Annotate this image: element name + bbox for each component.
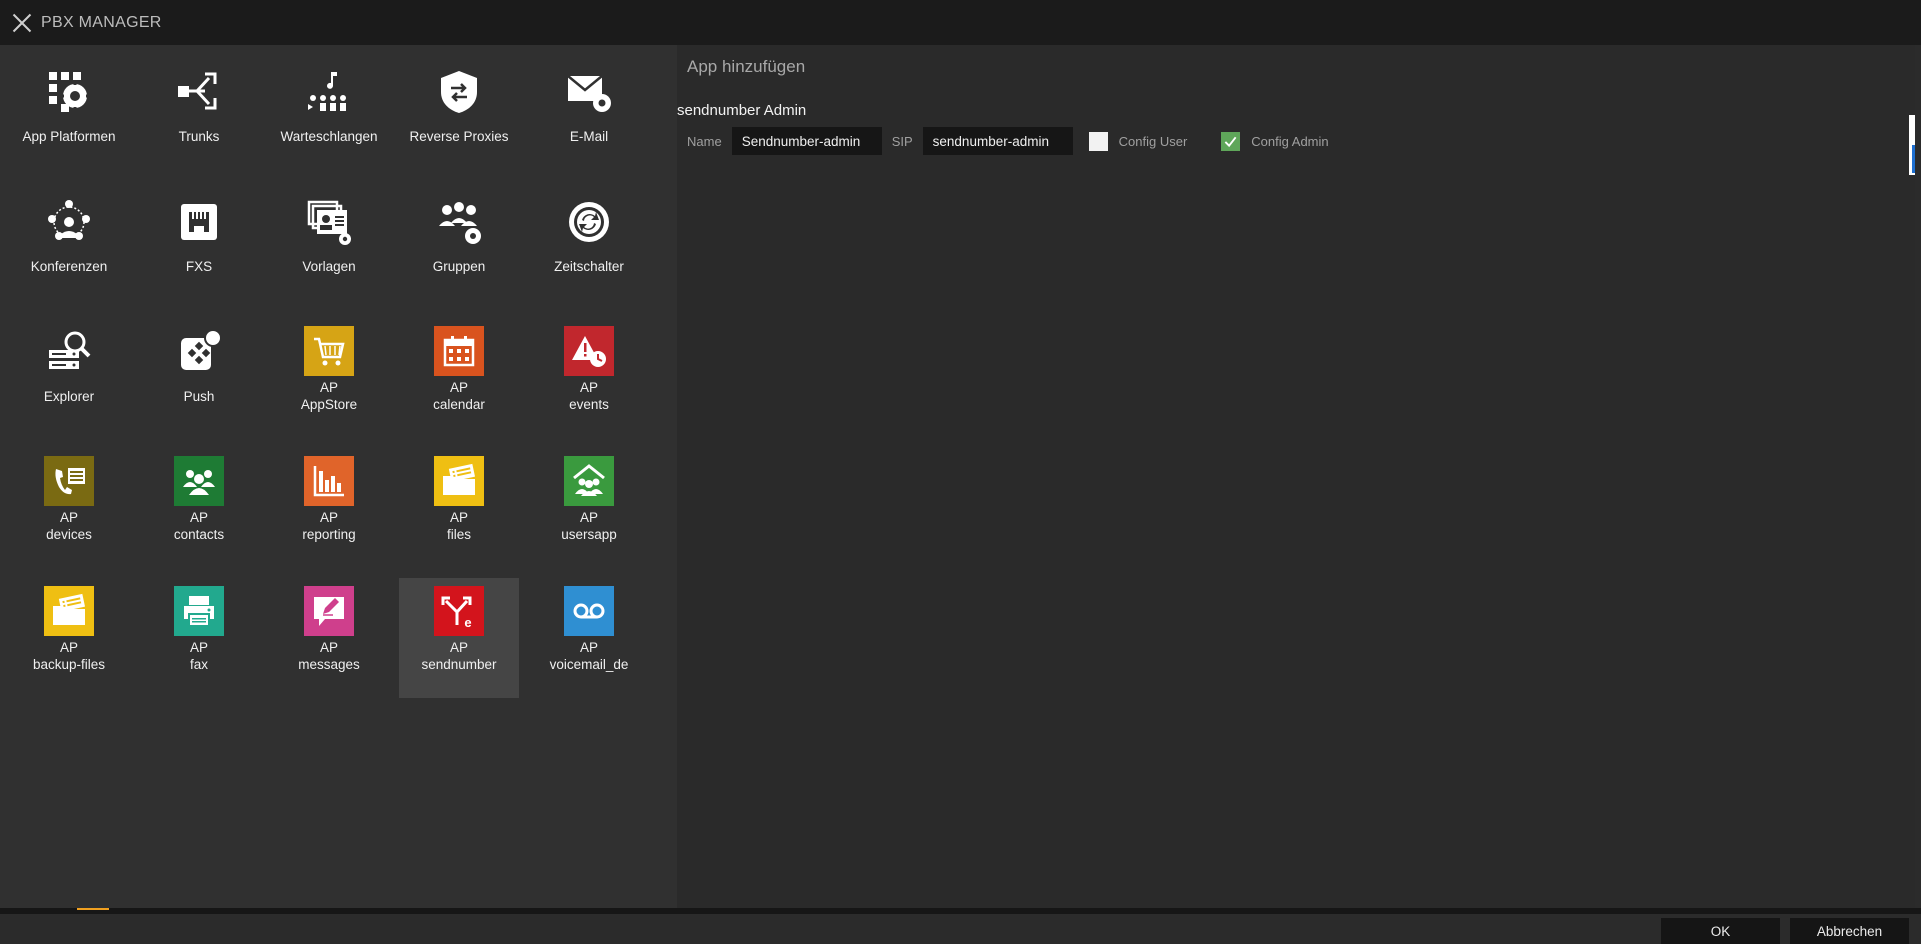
app-tile-label: Vorlagen	[302, 259, 356, 274]
email-icon	[563, 66, 615, 118]
app-tile-label: AP usersapp	[561, 510, 617, 542]
app-tile-warteschlangen[interactable]: Warteschlangen	[269, 58, 389, 178]
app-tile-ap-devices[interactable]: AP devices	[9, 448, 129, 568]
name-label: Name	[687, 133, 722, 149]
app-tile-label: AP contacts	[173, 510, 225, 542]
app-tile-label: AP calendar	[433, 380, 485, 412]
push-icon	[173, 326, 225, 378]
app-tile-ap-voicemail-de[interactable]: AP voicemail_de	[529, 578, 649, 698]
app-tile-gruppen[interactable]: Gruppen	[399, 188, 519, 308]
app-tile-label: App Platformen	[22, 129, 116, 144]
app-grid-panel: App Platformen Trunks Warteschlangen Revers…	[0, 45, 677, 908]
app-platforms-icon	[43, 66, 95, 118]
app-tile-ap-usersapp[interactable]: AP usersapp	[529, 448, 649, 568]
scroll-edge-accent	[1912, 145, 1915, 173]
appstore-icon	[304, 326, 354, 376]
name-input[interactable]	[731, 127, 882, 155]
app-tile-label: Explorer	[43, 389, 95, 404]
fxs-icon	[173, 196, 225, 248]
ok-button[interactable]: OK	[1661, 918, 1780, 944]
calendar-icon	[434, 326, 484, 376]
app-tile-push[interactable]: Push	[139, 318, 259, 438]
panel-heading: App hinzufügen	[687, 57, 806, 76]
svg-text:e: e	[464, 615, 471, 629]
app-tile-ap-backup-files[interactable]: AP backup-files	[9, 578, 129, 698]
app-tile-reverse-proxies[interactable]: Reverse Proxies	[399, 58, 519, 178]
app-tile-ap-messages[interactable]: AP messages	[269, 578, 389, 698]
detail-panel: App hinzufügen sendnumber Admin Name SIP…	[677, 45, 1915, 944]
trunks-icon	[173, 66, 225, 118]
config-user-label: Config User	[1118, 133, 1188, 149]
app-tile-zeitschalter[interactable]: Zeitschalter	[529, 188, 649, 308]
app-tile-label: Reverse Proxies	[409, 129, 509, 144]
config-form: Name SIP Config User Config Admin	[687, 127, 1357, 155]
queues-icon	[303, 66, 355, 118]
app-tile-label: AP fax	[189, 640, 208, 672]
contacts-icon	[174, 456, 224, 506]
app-tile-ap-fax[interactable]: AP fax	[139, 578, 259, 698]
groups-icon	[433, 196, 485, 248]
app-tile-e-mail[interactable]: E-Mail	[529, 58, 649, 178]
app-tile-ap-contacts[interactable]: AP contacts	[139, 448, 259, 568]
fax-icon	[174, 586, 224, 636]
config-admin-label: Config Admin	[1251, 133, 1329, 149]
close-icon[interactable]	[11, 12, 33, 34]
app-tile-app-platformen[interactable]: App Platformen	[9, 58, 129, 178]
files-icon	[434, 456, 484, 506]
app-tile-vorlagen[interactable]: Vorlagen	[269, 188, 389, 308]
conferences-icon	[43, 196, 95, 248]
app-tile-label: Warteschlangen	[280, 129, 378, 144]
app-title: PBX MANAGER	[41, 13, 162, 31]
checkmark-icon	[1224, 136, 1237, 147]
app-tile-label: AP devices	[46, 510, 92, 542]
timer-icon	[563, 196, 615, 248]
app-tile-explorer[interactable]: Explorer	[9, 318, 129, 438]
events-icon	[564, 326, 614, 376]
cancel-button[interactable]: Abbrechen	[1790, 918, 1909, 944]
app-tile-label: FXS	[185, 259, 213, 274]
reverse-proxy-icon	[433, 66, 485, 118]
app-grid: App Platformen Trunks Warteschlangen Revers…	[9, 58, 649, 698]
section-title: sendnumber Admin	[677, 102, 807, 119]
app-tile-ap-calendar[interactable]: AP calendar	[399, 318, 519, 438]
sip-label: SIP	[891, 133, 913, 149]
bottom-bar	[0, 908, 1921, 914]
bottom-accent	[77, 908, 109, 910]
sip-input[interactable]	[922, 127, 1073, 155]
templates-icon	[303, 196, 355, 248]
app-tile-label: E-Mail	[569, 129, 609, 144]
app-tile-label: AP files	[446, 510, 471, 542]
app-tile-ap-sendnumber[interactable]: e AP sendnumber	[399, 578, 519, 698]
config-admin-checkbox[interactable]	[1221, 131, 1241, 151]
messages-icon	[304, 586, 354, 636]
app-tile-ap-files[interactable]: AP files	[399, 448, 519, 568]
app-tile-ap-reporting[interactable]: AP reporting	[269, 448, 389, 568]
app-tile-label: AP sendnumber	[421, 640, 497, 672]
devices-icon	[44, 456, 94, 506]
title-bar: PBX MANAGER	[0, 0, 1921, 45]
app-tile-fxs[interactable]: FXS	[139, 188, 259, 308]
reporting-icon	[304, 456, 354, 506]
config-user-checkbox[interactable]	[1088, 131, 1108, 151]
voicemail-icon	[564, 586, 614, 636]
app-tile-ap-events[interactable]: AP events	[529, 318, 649, 438]
app-tile-trunks[interactable]: Trunks	[139, 58, 259, 178]
explorer-icon	[43, 326, 95, 378]
app-tile-label: Trunks	[178, 129, 220, 144]
app-tile-label: AP messages	[298, 640, 360, 672]
app-tile-konferenzen[interactable]: Konferenzen	[9, 188, 129, 308]
app-tile-label: Zeitschalter	[554, 259, 624, 274]
backup-files-icon	[44, 586, 94, 636]
app-tile-ap-appstore[interactable]: AP AppStore	[269, 318, 389, 438]
app-tile-label: AP reporting	[302, 510, 356, 542]
app-tile-label: Push	[183, 389, 215, 404]
sendnumber-icon: e	[434, 586, 484, 636]
app-tile-label: AP voicemail_de	[549, 640, 629, 672]
app-tile-label: AP events	[569, 380, 609, 412]
usersapp-icon	[564, 456, 614, 506]
app-tile-label: AP backup-files	[32, 640, 106, 672]
app-tile-label: AP AppStore	[300, 380, 358, 412]
app-tile-label: Gruppen	[432, 259, 486, 274]
app-tile-label: Konferenzen	[30, 259, 108, 274]
